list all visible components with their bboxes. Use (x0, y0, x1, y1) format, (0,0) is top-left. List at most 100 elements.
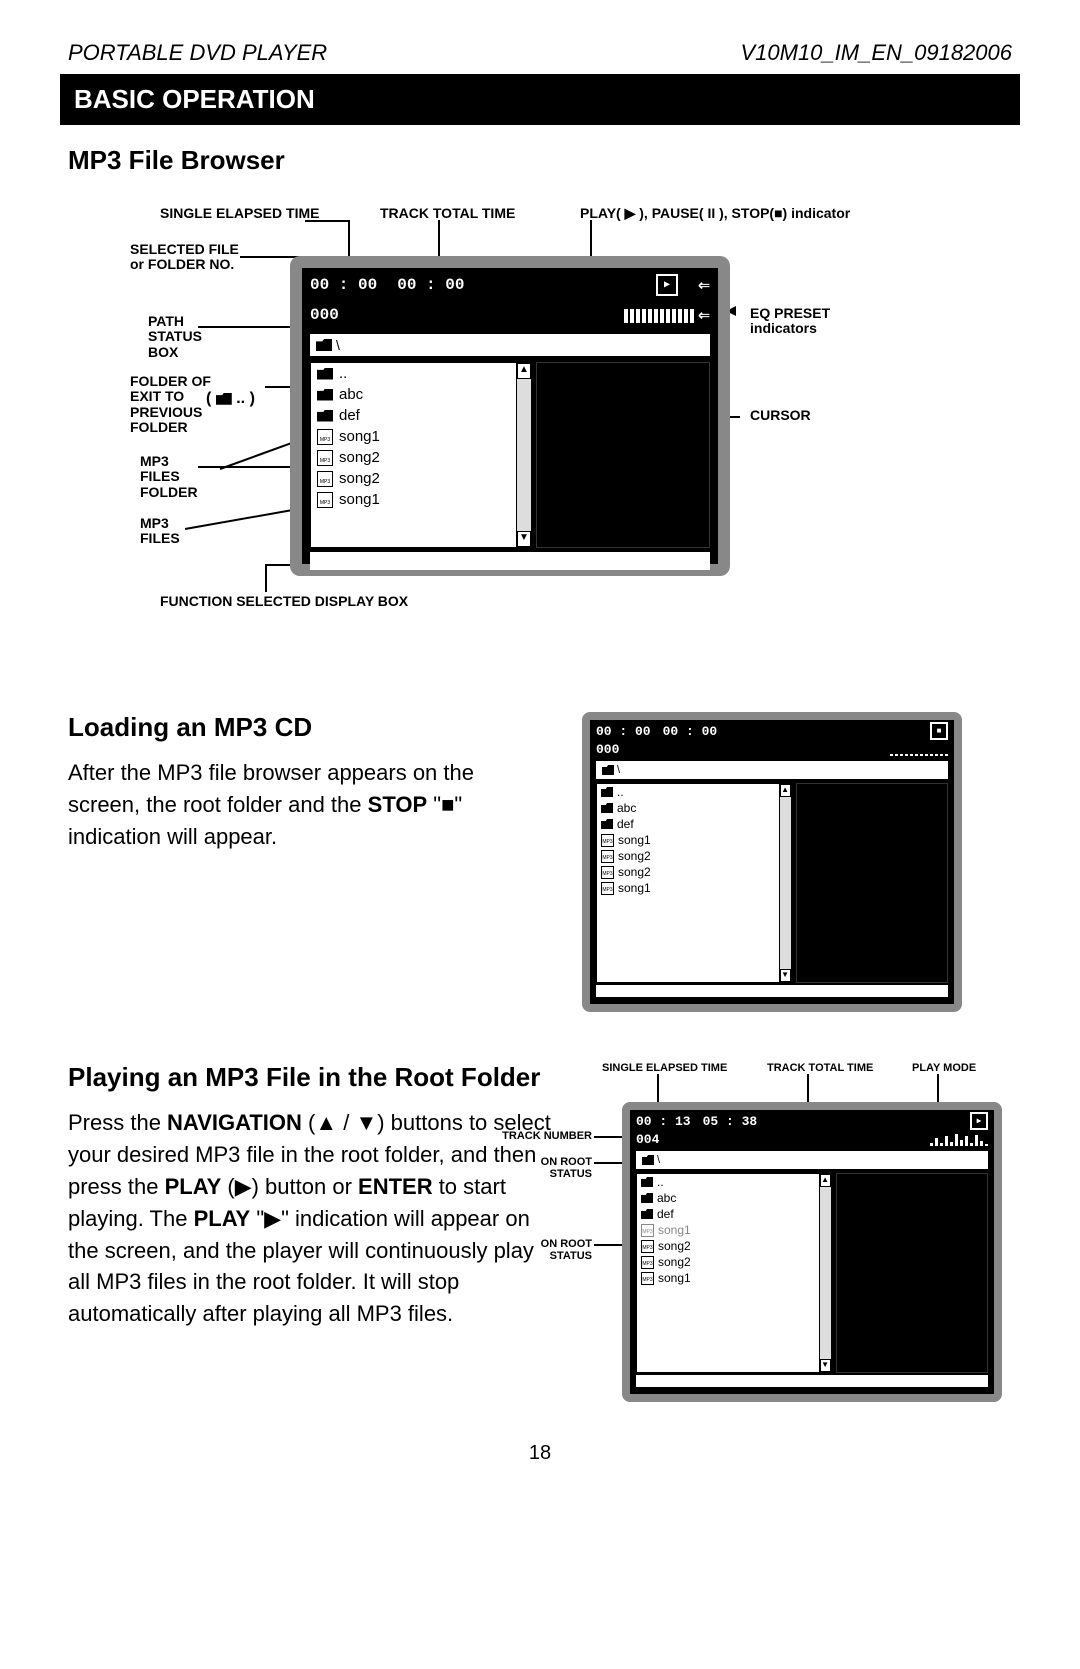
folder-item[interactable]: abc (637, 1190, 831, 1206)
ann-cursor: CURSOR (750, 408, 811, 423)
preview-pane (796, 783, 948, 983)
folder-up-item[interactable]: .. (311, 363, 531, 384)
folder-icon (642, 1155, 654, 1165)
ann-track-number: TRACK NUMBER (502, 1130, 592, 1142)
mp3-item[interactable]: song2 (597, 848, 791, 864)
title-mp3-browser: MP3 File Browser (60, 145, 1020, 176)
folder-icon (641, 1177, 653, 1187)
mp3-item[interactable]: song2 (311, 447, 531, 468)
path-status-box: \ (310, 334, 710, 356)
ann-folder-exit-glyph: ( .. ) (206, 390, 255, 408)
mp3-icon (641, 1240, 654, 1253)
scroll-down-icon[interactable]: ▼ (517, 531, 531, 547)
mp3-item[interactable]: song1 (597, 832, 791, 848)
folder-item[interactable]: abc (597, 800, 791, 816)
folder-icon (601, 787, 613, 797)
ann-single-elapsed: SINGLE ELAPSED TIME (160, 206, 319, 221)
mp3-item[interactable]: song1 (597, 880, 791, 896)
file-list-pane: .. abc def song1 song2 song2 song1 ▲ ▼ (310, 362, 532, 548)
mp3-item[interactable]: song2 (311, 468, 531, 489)
mp3-item[interactable]: song1 (311, 426, 531, 447)
selected-number: 004 (636, 1132, 659, 1147)
function-display-box (636, 1375, 988, 1387)
diagram-mp3-browser: SINGLE ELAPSED TIME TRACK TOTAL TIME PLA… (90, 206, 990, 686)
eq-indicator (624, 307, 694, 323)
mp3-icon (601, 834, 614, 847)
folder-item[interactable]: def (637, 1206, 831, 1222)
scroll-down-icon[interactable]: ▼ (820, 1359, 831, 1372)
title-playing-root: Playing an MP3 File in the Root Folder (68, 1062, 552, 1093)
scrollbar[interactable]: ▲ ▼ (516, 363, 531, 547)
diagram-loading-cd: 00 : 00 00 : 00 ■ 000 \ (582, 712, 962, 1012)
mp3-icon (317, 492, 333, 508)
mp3-item[interactable]: song2 (637, 1254, 831, 1270)
ann-play-indicator: PLAY( ▶ ), PAUSE( II ), STOP(■) indicato… (580, 206, 850, 221)
ann-folder-exit: FOLDER OF EXIT TO PREVIOUS FOLDER (130, 374, 211, 436)
folder-icon (601, 819, 613, 829)
ann-on-root-1: ON ROOT STATUS (502, 1156, 592, 1180)
title-loading-cd: Loading an MP3 CD (68, 712, 552, 743)
ann-single-elapsed: SINGLE ELAPSED TIME (602, 1062, 727, 1074)
scroll-down-icon[interactable]: ▼ (780, 969, 791, 982)
header-right: V10M10_IM_EN_09182006 (740, 40, 1012, 66)
path-status-box: \ (596, 761, 948, 779)
page-number: 18 (60, 1442, 1020, 1465)
elapsed-time: 00 : 13 (636, 1114, 691, 1129)
ann-func-box: FUNCTION SELECTED DISPLAY BOX (160, 594, 408, 609)
para-loading-cd: After the MP3 file browser appears on th… (68, 757, 552, 853)
mp3-icon (641, 1224, 654, 1237)
ann-path-status: PATH STATUS BOX (148, 314, 202, 360)
elapsed-time: 00 : 00 (310, 276, 377, 294)
mp3-item[interactable]: song1 (311, 489, 531, 510)
total-time: 00 : 00 (663, 724, 718, 739)
scrollbar[interactable]: ▲ ▼ (819, 1174, 831, 1372)
selected-number: 000 (310, 306, 339, 324)
folder-item[interactable]: def (597, 816, 791, 832)
preview-pane (536, 362, 710, 548)
path-status-box: \ (636, 1151, 988, 1169)
total-time: 00 : 00 (397, 276, 464, 294)
folder-item[interactable]: def (311, 405, 531, 426)
folder-up-item[interactable]: .. (637, 1174, 831, 1190)
mp3-icon (601, 866, 614, 879)
arrow-left-icon: ⇐ (698, 302, 710, 328)
mp3-icon (641, 1272, 654, 1285)
scroll-up-icon[interactable]: ▲ (780, 784, 791, 797)
ann-selected-file: SELECTED FILE or FOLDER NO. (130, 242, 239, 273)
folder-icon (317, 410, 333, 422)
folder-icon (641, 1209, 653, 1219)
function-display-box (596, 985, 948, 997)
ann-eq-preset: EQ PRESET indicators (750, 306, 830, 337)
mp3-item[interactable]: song1 (637, 1270, 831, 1286)
selected-number: 000 (596, 742, 619, 757)
time-bar: 00 : 00 00 : 00 ▶ ⇐ (302, 268, 718, 302)
ann-track-total: TRACK TOTAL TIME (380, 206, 515, 221)
diagram-playing-root: SINGLE ELAPSED TIME TRACK TOTAL TIME PLA… (582, 1062, 1012, 1402)
scroll-up-icon[interactable]: ▲ (820, 1174, 831, 1187)
folder-icon (641, 1193, 653, 1203)
ann-on-root-2: ON ROOT STATUS (502, 1238, 592, 1262)
folder-icon (601, 803, 613, 813)
folder-up-item[interactable]: .. (597, 784, 791, 800)
play-icon: ▶ (656, 274, 678, 296)
mp3-item[interactable]: song2 (637, 1238, 831, 1254)
elapsed-time: 00 : 00 (596, 724, 651, 739)
ann-track-total: TRACK TOTAL TIME (767, 1062, 873, 1074)
mp3-icon (317, 471, 333, 487)
folder-item[interactable]: abc (311, 384, 531, 405)
mp3-icon (317, 429, 333, 445)
scroll-up-icon[interactable]: ▲ (517, 363, 531, 379)
ann-mp3-files: MP3 FILES (140, 516, 180, 547)
folder-icon (317, 389, 333, 401)
eq-indicator (930, 1134, 988, 1146)
preview-pane (836, 1173, 988, 1373)
page-header: PORTABLE DVD PLAYER V10M10_IM_EN_0918200… (60, 40, 1020, 74)
total-time: 05 : 38 (703, 1114, 758, 1129)
file-list-pane: .. abc def song1 song2 song2 song1 ▲ ▼ (636, 1173, 832, 1373)
mp3-item[interactable]: song2 (597, 864, 791, 880)
mp3-item-selected[interactable]: song1 (637, 1222, 831, 1238)
scrollbar[interactable]: ▲ ▼ (779, 784, 791, 982)
ann-play-mode: PLAY MODE (912, 1062, 976, 1074)
mp3-icon (601, 882, 614, 895)
play-icon: ▶ (970, 1112, 988, 1130)
